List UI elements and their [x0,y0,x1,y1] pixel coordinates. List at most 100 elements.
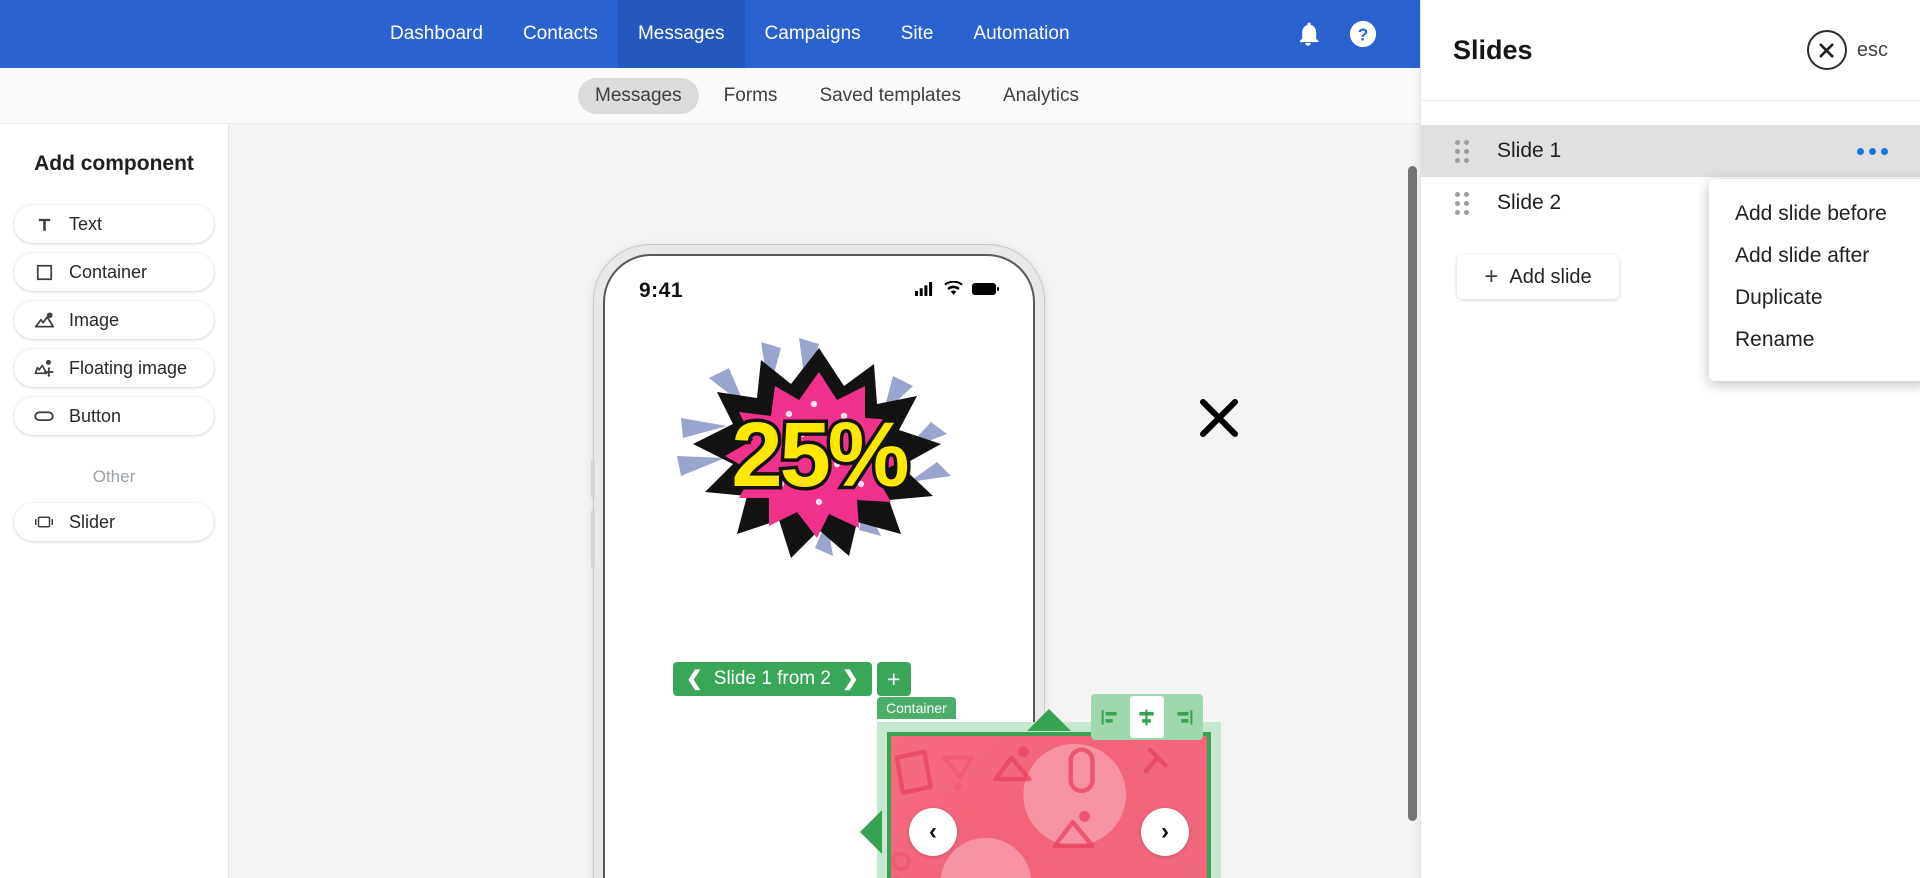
button-icon [33,405,55,427]
svg-text:?: ? [1358,24,1369,44]
top-nav-links: Dashboard Contacts Messages Campaigns Si… [370,0,1090,68]
sidebar-title: Add component [34,152,194,175]
nav-item-automation[interactable]: Automation [953,0,1089,68]
slide-prev-icon[interactable]: ❮ [686,669,703,689]
text-icon [33,213,55,235]
component-item-slider[interactable]: Slider [14,503,214,541]
phone-side-button-down [591,510,595,568]
nav-label: Messages [637,23,725,44]
nav-item-campaigns[interactable]: Campaigns [745,0,881,68]
tab-messages[interactable]: Messages [578,77,699,114]
context-menu-item-duplicate[interactable]: Duplicate [1709,277,1920,319]
tab-label: Saved templates [819,84,961,106]
component-label: Slider [69,511,116,532]
app-root: Dashboard Contacts Messages Campaigns Si… [0,0,1920,878]
tab-label: Analytics [1002,84,1079,106]
tab-analytics[interactable]: Analytics [986,78,1096,114]
slides-panel-close-group: esc [1806,30,1888,70]
context-menu-label: Add slide before [1735,202,1887,225]
context-menu-item-rename[interactable]: Rename [1709,319,1920,361]
secondary-navigation-bar: Messages Forms Saved templates Analytics [0,68,1420,124]
help-question-icon[interactable]: ? [1348,19,1378,49]
slider-next-button[interactable]: › [1141,808,1189,856]
top-nav-actions: ? [1294,0,1420,68]
tab-forms[interactable]: Forms [707,78,795,114]
component-label: Button [69,405,122,426]
add-component-sidebar: Add component Text Container Image Float… [0,124,229,878]
component-label: Image [69,309,120,330]
slide-list-item-1[interactable]: Slide 1 [1421,125,1920,177]
align-left-icon[interactable] [1093,696,1127,738]
resize-handle-top[interactable] [1027,709,1071,731]
drag-handle-icon[interactable] [1455,191,1469,215]
svg-text:25%: 25% [731,404,907,506]
plus-icon: + [887,665,901,692]
selected-container-overlay[interactable]: Container ‹ › [860,697,1221,878]
align-center-icon[interactable] [1129,696,1164,738]
status-icon-group [915,280,999,301]
slide-pager-toolbar: ❮ Slide 1 from 2 ❯ + [673,662,911,696]
wifi-icon [944,280,963,301]
context-menu-label: Rename [1735,328,1815,351]
add-slide-label: Add slide [1509,265,1592,288]
plus-icon: + [1484,263,1499,290]
slider-prev-button[interactable]: ‹ [909,808,957,856]
nav-item-site[interactable]: Site [881,0,954,68]
slide-context-menu: Add slide before Add slide after Duplica… [1709,179,1920,381]
slides-panel-header: Slides esc [1421,0,1920,101]
nav-label: Site [900,23,934,44]
drag-handle-icon[interactable] [1455,139,1469,163]
nav-item-contacts[interactable]: Contacts [503,0,618,68]
align-right-icon[interactable] [1167,696,1201,738]
promo-burst-graphic: 25% [605,316,1033,586]
component-label: Floating image [69,357,188,378]
cellular-signal-icon [915,281,935,301]
nav-item-dashboard[interactable]: Dashboard [370,0,503,68]
notifications-bell-icon[interactable] [1294,20,1322,48]
secondary-nav-tabs: Messages Forms Saved templates Analytics [578,77,1096,114]
context-menu-label: Add slide after [1735,244,1870,267]
editor-canvas: 9:41 25% Container ‹ › ❮ Slide 1 from 2 … [229,124,1420,878]
nav-item-messages[interactable]: Messages [617,0,745,68]
component-item-floating-image[interactable]: Floating image [14,349,214,387]
other-component-list: Slider [0,503,228,541]
component-item-image[interactable]: Image [14,301,214,339]
tab-saved-templates[interactable]: Saved templates [802,78,978,114]
floating-image-icon [33,357,55,379]
canvas-scrollbar[interactable] [1408,166,1417,821]
component-item-button[interactable]: Button [14,397,214,435]
add-slide-toolbar-button[interactable]: + [876,662,911,696]
slide-options-menu-button[interactable] [1857,147,1888,155]
context-menu-item-add-slide-before[interactable]: Add slide before [1709,193,1920,235]
placeholder-icons [891,743,1168,878]
component-list: Text Container Image Floating image Butt… [0,205,228,435]
sidebar-other-heading: Other [92,467,136,486]
slides-panel-title: Slides [1453,34,1533,65]
slider-prev-arrow: ‹ [929,818,937,845]
context-menu-label: Duplicate [1735,286,1823,309]
nav-label: Contacts [522,23,598,44]
slide-pager-label: Slide 1 from 2 [713,668,831,689]
resize-handle-left[interactable] [860,810,882,854]
slide-label: Slide 1 [1497,139,1562,162]
slider-next-arrow: › [1161,818,1169,845]
slide-next-icon[interactable]: ❯ [842,669,859,689]
slide-label: Slide 2 [1497,191,1562,214]
close-icon[interactable] [1806,30,1847,70]
phone-status-bar: 9:41 [605,256,1033,310]
component-item-container[interactable]: Container [14,253,214,291]
esc-label: esc [1856,38,1888,61]
selection-type-badge: Container [877,697,956,719]
component-label: Container [69,261,148,282]
burst-svg: 25% [677,337,951,558]
nav-label: Campaigns [764,23,861,44]
close-cursor-icon[interactable] [1197,396,1241,445]
context-menu-item-add-slide-after[interactable]: Add slide after [1709,235,1920,277]
add-slide-button[interactable]: + Add slide [1457,255,1619,299]
image-icon [33,309,55,331]
component-item-text[interactable]: Text [14,205,214,243]
nav-label: Dashboard [390,23,483,44]
component-label: Text [69,213,103,234]
slide-pager[interactable]: ❮ Slide 1 from 2 ❯ [673,662,872,696]
slider-widget[interactable]: ‹ › [887,732,1211,878]
